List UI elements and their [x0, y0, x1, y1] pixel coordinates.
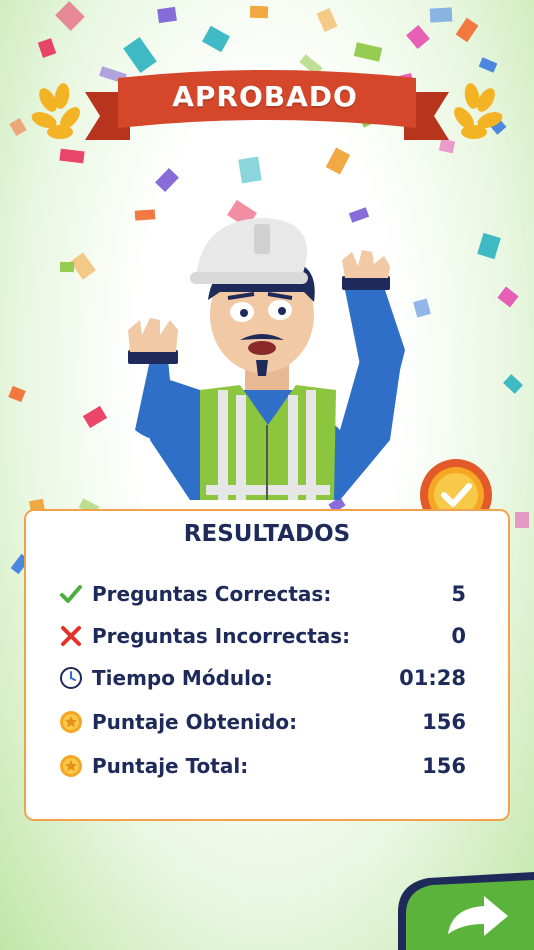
result-row-time: Tiempo Módulo: 01:28: [58, 663, 466, 693]
result-value: 5: [451, 582, 466, 606]
results-panel: RESULTADOS Preguntas Correctas: 5 Pregun…: [24, 509, 510, 821]
star-coin-icon: [58, 753, 84, 779]
result-row-incorrect: Preguntas Incorrectas: 0: [58, 621, 466, 651]
result-label: Tiempo Módulo:: [92, 666, 273, 690]
result-value: 156: [422, 754, 466, 778]
result-label: Puntaje Total:: [92, 754, 249, 778]
results-title: RESULTADOS: [183, 521, 351, 547]
result-row-total: Puntaje Total: 156: [58, 751, 466, 781]
laurel-right-icon: [454, 83, 503, 139]
clock-icon: [58, 665, 84, 691]
result-value: 01:28: [399, 666, 466, 690]
result-row-score: Puntaje Obtenido: 156: [58, 707, 466, 737]
banner-title: APROBADO: [172, 80, 358, 113]
result-row-correct: Preguntas Correctas: 5: [58, 579, 466, 609]
result-value: 156: [422, 710, 466, 734]
result-label: Puntaje Obtenido:: [92, 710, 298, 734]
next-button[interactable]: [398, 872, 534, 950]
laurel-left-icon: [31, 83, 80, 139]
star-coin-icon: [58, 709, 84, 735]
result-value: 0: [451, 624, 466, 648]
cross-icon: [58, 623, 84, 649]
check-icon: [58, 581, 84, 607]
result-label: Preguntas Incorrectas:: [92, 624, 351, 648]
result-label: Preguntas Correctas:: [92, 582, 332, 606]
